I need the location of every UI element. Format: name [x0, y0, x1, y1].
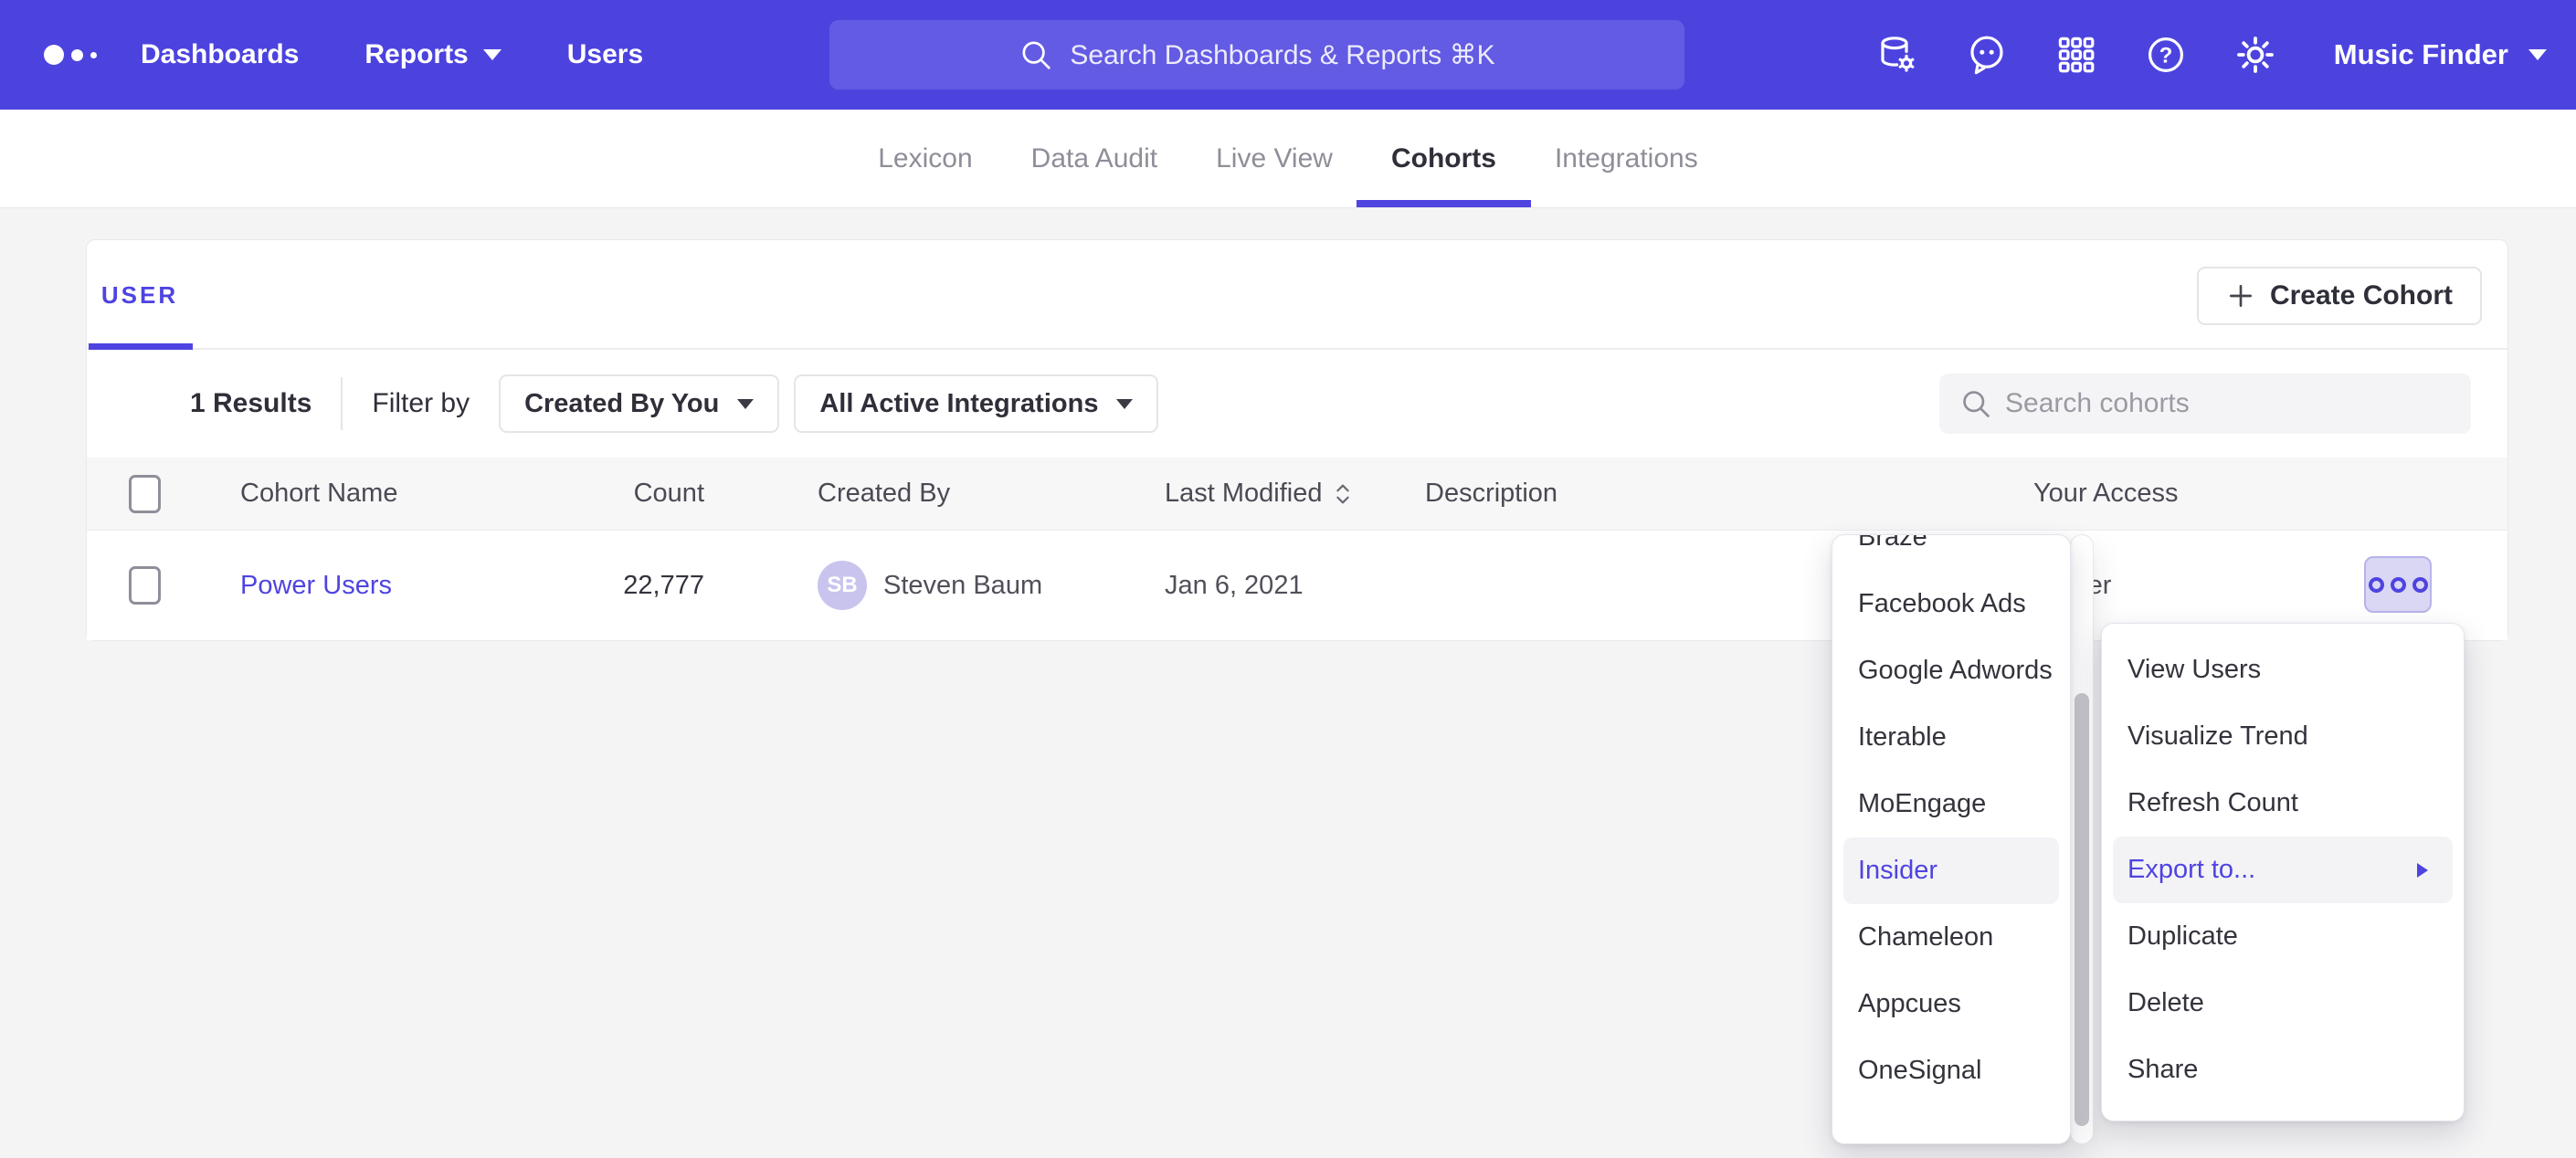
tab-lexicon[interactable]: Lexicon — [878, 110, 972, 207]
cohort-name-link[interactable]: Power Users — [240, 571, 392, 601]
menu-view-users[interactable]: View Users — [2102, 637, 2464, 703]
create-cohort-button[interactable]: Create Cohort — [2197, 267, 2482, 325]
export-to-submenu: Braze Facebook Ads Google Adwords Iterab… — [1832, 534, 2071, 1144]
logo-dot-small — [90, 52, 97, 58]
table-header: Cohort Name Count Created By Last Modifi… — [87, 458, 2507, 531]
last-modified-value: Jan 6, 2021 — [1165, 531, 1304, 640]
settings-gear-icon[interactable] — [2233, 33, 2277, 77]
menu-duplicate[interactable]: Duplicate — [2102, 903, 2464, 970]
export-option-chameleon[interactable]: Chameleon — [1832, 904, 2070, 971]
nav-users[interactable]: Users — [567, 39, 643, 70]
export-option-appcues[interactable]: Appcues — [1832, 971, 2070, 1037]
export-option-insider[interactable]: Insider — [1843, 837, 2059, 904]
created-by-name: Steven Baum — [883, 571, 1042, 601]
col-your-access: Your Access — [2033, 458, 2179, 530]
card-header: USER Create Cohort — [87, 240, 2507, 350]
cohort-count: 22,777 — [623, 571, 704, 601]
project-switcher[interactable]: Music Finder — [2334, 38, 2547, 71]
divider — [341, 377, 343, 430]
filter-toolbar: 1 Results Filter by Created By You All A… — [87, 350, 2507, 458]
global-search-placeholder: Search Dashboards & Reports ⌘K — [1070, 39, 1494, 71]
col-description: Description — [1425, 458, 1557, 530]
messages-icon[interactable] — [1965, 33, 2009, 77]
menu-refresh-count[interactable]: Refresh Count — [2102, 770, 2464, 837]
sort-icon — [1334, 481, 1352, 507]
logo-dot-large — [44, 45, 64, 65]
navbar-actions: ? Music Finder — [1875, 0, 2547, 110]
mixpanel-logo-icon[interactable] — [44, 45, 97, 65]
submenu-scrollbar — [2070, 534, 2094, 1144]
data-management-icon[interactable] — [1875, 33, 1919, 77]
top-navbar: Dashboards Reports Users Search Dashboar… — [0, 0, 2576, 110]
menu-visualize-trend[interactable]: Visualize Trend — [2102, 703, 2464, 770]
export-option-onesignal[interactable]: OneSignal — [1832, 1037, 2070, 1104]
cohorts-screen: Dashboards Reports Users Search Dashboar… — [0, 0, 2576, 1158]
export-option-braze[interactable]: Braze — [1832, 534, 2070, 571]
col-created-by: Created By — [818, 458, 950, 530]
tab-integrations[interactable]: Integrations — [1555, 110, 1698, 207]
col-cohort-name: Cohort Name — [240, 458, 397, 530]
tab-user-cohorts[interactable]: USER — [87, 240, 193, 350]
export-option-iterable[interactable]: Iterable — [1832, 704, 2070, 771]
menu-share[interactable]: Share — [2102, 1037, 2464, 1103]
cohort-search-input[interactable] — [2005, 388, 2451, 419]
nav-dashboards[interactable]: Dashboards — [141, 39, 299, 70]
chevron-down-icon — [2528, 49, 2547, 60]
menu-delete[interactable]: Delete — [2102, 970, 2464, 1037]
row-actions-menu: View Users Visualize Trend Refresh Count… — [2101, 623, 2465, 1121]
col-last-modified[interactable]: Last Modified — [1165, 458, 1352, 530]
col-count: Count — [544, 458, 704, 530]
filter-integrations-dropdown[interactable]: All Active Integrations — [794, 374, 1158, 433]
row-more-actions-button[interactable] — [2364, 556, 2432, 613]
project-name: Music Finder — [2334, 38, 2508, 71]
export-option-facebook-ads[interactable]: Facebook Ads — [1832, 571, 2070, 637]
row-checkbox[interactable] — [129, 566, 161, 605]
chevron-down-icon — [1116, 399, 1133, 409]
tab-cohorts[interactable]: Cohorts — [1391, 110, 1496, 207]
primary-nav: Dashboards Reports Users — [141, 39, 643, 70]
help-icon[interactable]: ? — [2144, 33, 2188, 77]
search-icon — [1019, 37, 1053, 72]
more-icon — [2369, 577, 2384, 593]
select-all-checkbox[interactable] — [129, 475, 161, 513]
nav-reports[interactable]: Reports — [364, 39, 501, 70]
tab-live-view[interactable]: Live View — [1216, 110, 1333, 207]
export-option-moengage[interactable]: MoEngage — [1832, 771, 2070, 837]
filter-created-by-dropdown[interactable]: Created By You — [499, 374, 779, 433]
scrollbar-thumb[interactable] — [2075, 693, 2089, 1126]
logo-dot-medium — [71, 49, 83, 61]
app-grid-icon[interactable] — [2054, 33, 2098, 77]
cohorts-card: USER Create Cohort 1 Results Filter by C… — [86, 239, 2508, 641]
results-count: 1 Results — [190, 388, 311, 419]
avatar: SB — [818, 561, 867, 610]
plus-icon — [2226, 281, 2255, 311]
chevron-down-icon — [737, 399, 754, 409]
global-search-input[interactable]: Search Dashboards & Reports ⌘K — [829, 20, 1684, 89]
submenu-arrow-icon — [2416, 862, 2429, 879]
chevron-down-icon — [483, 49, 501, 60]
svg-text:?: ? — [2159, 43, 2172, 68]
cohorts-page: USER Create Cohort 1 Results Filter by C… — [0, 208, 2576, 1158]
export-option-google-adwords[interactable]: Google Adwords — [1832, 637, 2070, 704]
tab-data-audit[interactable]: Data Audit — [1031, 110, 1157, 207]
menu-export-to[interactable]: Export to... — [2113, 837, 2453, 903]
section-tabs: Lexicon Data Audit Live View Cohorts Int… — [0, 110, 2576, 208]
cohort-search — [1939, 374, 2471, 434]
filter-by-label: Filter by — [372, 388, 470, 419]
search-icon — [1959, 387, 1992, 420]
